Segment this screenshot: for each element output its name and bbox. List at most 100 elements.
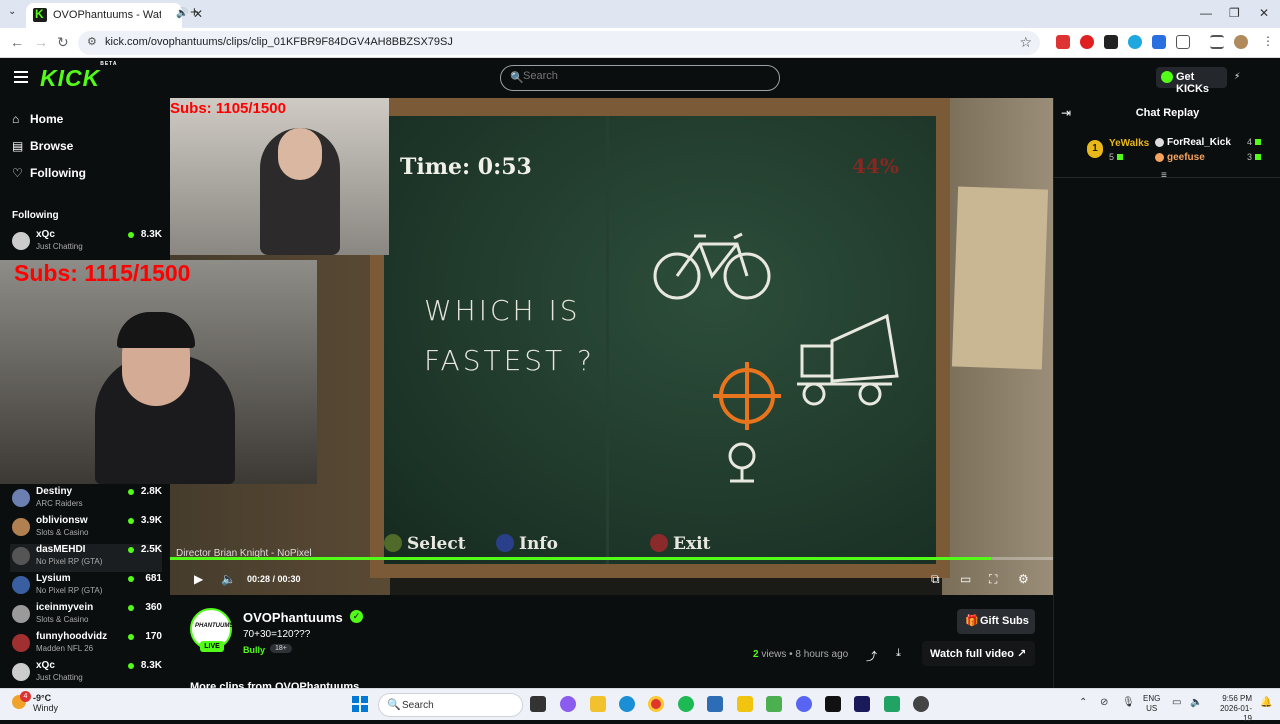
extension-5-icon[interactable] bbox=[1152, 35, 1166, 49]
nav-following[interactable]: ♡ Following bbox=[12, 166, 86, 180]
user-avatar[interactable]: ⚡ bbox=[1234, 71, 1240, 82]
extension-1-icon[interactable] bbox=[1056, 35, 1070, 49]
channel-avatar bbox=[12, 547, 30, 565]
tab-audio-icon[interactable]: 🔊 bbox=[176, 8, 188, 19]
nav-following-label: Following bbox=[30, 166, 86, 180]
channel-item-dasmehdi[interactable]: dasMEHDI No Pixel RP (GTA) 2.5K bbox=[10, 544, 162, 572]
bookmark-star-icon[interactable]: ☆ bbox=[1019, 34, 1032, 51]
forward-icon[interactable]: → bbox=[34, 34, 48, 50]
watch-full-video-button[interactable]: Watch full video ↗ bbox=[922, 641, 1035, 666]
search-box[interactable]: 🔍 bbox=[500, 65, 780, 91]
address-bar[interactable]: ⚙ kick.com/ovophantuums/clips/clip_01KFB… bbox=[78, 31, 1040, 55]
volume-icon[interactable]: 🔈 bbox=[221, 572, 236, 586]
app-icon-warning[interactable] bbox=[737, 696, 753, 712]
windows-start-icon[interactable] bbox=[352, 696, 368, 712]
video-progress-bar[interactable] bbox=[170, 557, 1053, 560]
search-icon: 🔍 bbox=[510, 72, 524, 84]
language-indicator[interactable]: ENG US bbox=[1143, 694, 1160, 714]
profile-avatar[interactable] bbox=[1234, 35, 1248, 49]
channel-item-destiny[interactable]: Destiny ARC Raiders 2.8K bbox=[10, 486, 162, 514]
theater-mode-icon[interactable]: ▭ bbox=[960, 572, 971, 586]
obs-icon[interactable] bbox=[913, 696, 929, 712]
leaderboard-name-1[interactable]: YeWalks bbox=[1109, 138, 1149, 149]
channel-avatar bbox=[12, 605, 30, 623]
hex-badge-icon bbox=[1155, 138, 1164, 147]
weather-widget[interactable]: -9°C Windy bbox=[33, 693, 58, 713]
extension-4-icon[interactable] bbox=[1128, 35, 1142, 49]
channel-item-funnyhoodvidz[interactable]: funnyhoodvidz Madden NFL 26 170 bbox=[10, 631, 162, 659]
app-icon-misc[interactable] bbox=[766, 696, 782, 712]
hex-badge-icon bbox=[1155, 153, 1164, 162]
extension-3-icon[interactable] bbox=[1104, 35, 1118, 49]
edge-icon[interactable] bbox=[619, 696, 635, 712]
reading-list-icon[interactable] bbox=[1210, 35, 1224, 49]
browser-toolbar: ← → ↻ ⚙ kick.com/ovophantuums/clips/clip… bbox=[0, 28, 1280, 58]
excel-icon[interactable] bbox=[884, 696, 900, 712]
reload-icon[interactable]: ↻ bbox=[57, 34, 69, 51]
discord-icon[interactable] bbox=[796, 696, 812, 712]
nav-home[interactable]: ⌂ Home bbox=[12, 112, 63, 126]
search-input[interactable] bbox=[523, 70, 763, 82]
channel-item-oblivionsw[interactable]: oblivionsw Slots & Casino 3.9K bbox=[10, 515, 162, 543]
extensions-puzzle-icon[interactable] bbox=[1176, 35, 1190, 49]
count-value: 5 bbox=[1109, 152, 1115, 162]
task-view-icon[interactable] bbox=[530, 696, 546, 712]
game-question-line-1: WHICH IS bbox=[424, 294, 581, 327]
leaderboard-name-2[interactable]: ForReal_Kick bbox=[1167, 137, 1231, 148]
new-tab-icon[interactable]: + bbox=[190, 4, 199, 21]
browse-icon: ▤ bbox=[12, 139, 24, 153]
channel-avatar bbox=[12, 634, 30, 652]
nav-browse[interactable]: ▤ Browse bbox=[12, 139, 73, 153]
settings-gear-icon[interactable]: ⚙ bbox=[1018, 572, 1029, 586]
channel-item-lysium[interactable]: Lysium No Pixel RP (GTA) 681 bbox=[10, 573, 162, 601]
channel-name[interactable]: OVOPhantuums bbox=[243, 610, 343, 625]
share-icon[interactable]: ⤴ bbox=[866, 648, 877, 664]
restore-icon[interactable]: ❐ bbox=[1229, 6, 1240, 20]
expand-leaderboard-icon[interactable]: ≡ bbox=[1161, 170, 1167, 181]
leaderboard-name-3[interactable]: geefuse bbox=[1167, 152, 1205, 163]
minimize-icon[interactable]: — bbox=[1200, 6, 1212, 20]
fullscreen-icon[interactable]: ⛶ bbox=[989, 572, 997, 587]
channel-avatar bbox=[12, 576, 30, 594]
browser-tab[interactable]: OVOPhantuums - Watch cli 🔊 ✕ bbox=[26, 3, 203, 28]
copilot-icon[interactable] bbox=[560, 696, 576, 712]
window-close-icon[interactable]: ✕ bbox=[1259, 6, 1269, 20]
channel-item-xqc-2[interactable]: xQc Just Chatting 8.3K bbox=[10, 660, 162, 688]
channel-item-iceinmyvein[interactable]: iceinmyvein Slots & Casino 360 bbox=[10, 602, 162, 630]
channel-item-xqc[interactable]: xQc Just Chatting 8.3K bbox=[10, 229, 162, 257]
network-off-icon[interactable]: ⊘ bbox=[1100, 697, 1108, 708]
back-icon[interactable]: ← bbox=[10, 34, 24, 50]
lang-region: US bbox=[1146, 704, 1158, 713]
browser-menu-icon[interactable]: ⋮ bbox=[1262, 34, 1274, 48]
extension-2-icon[interactable] bbox=[1080, 35, 1094, 49]
file-explorer-icon[interactable] bbox=[590, 696, 606, 712]
4k-app-icon[interactable] bbox=[825, 696, 841, 712]
get-kicks-button[interactable]: Get KICKs bbox=[1156, 67, 1227, 95]
tray-expand-icon[interactable]: ⌃ bbox=[1079, 697, 1087, 708]
microphone-icon[interactable]: 🎙 bbox=[1122, 697, 1135, 708]
chrome-icon[interactable] bbox=[648, 696, 664, 712]
tab-title: OVOPhantuums - Watch cli bbox=[53, 9, 161, 21]
play-icon[interactable]: ▶ bbox=[194, 572, 203, 586]
kick-logo[interactable]: KICKBETA bbox=[40, 61, 117, 92]
kicks-coin-icon bbox=[1161, 71, 1173, 83]
notifications-bell-icon[interactable]: 🔔 bbox=[1260, 697, 1272, 708]
pip-icon[interactable]: ⧉ bbox=[931, 572, 940, 587]
channel-viewers: 8.3K bbox=[140, 229, 162, 240]
gift-subs-button[interactable]: 🎁 Gift Subs bbox=[957, 609, 1035, 634]
app-icon-photos[interactable] bbox=[707, 696, 723, 712]
home-icon: ⌂ bbox=[12, 112, 20, 126]
site-info-icon[interactable]: ⚙ bbox=[87, 35, 97, 48]
tab-list-icon[interactable]: ⌄ bbox=[8, 6, 16, 17]
download-icon[interactable]: ⤓ bbox=[896, 647, 901, 660]
speaker-icon[interactable]: 🔈 bbox=[1190, 697, 1202, 708]
menu-hamburger-icon[interactable] bbox=[14, 71, 28, 83]
channel-viewers: 2.8K bbox=[140, 486, 162, 497]
game-question-line-2: FASTEST ? bbox=[424, 344, 595, 377]
taskbar-search[interactable]: 🔍 Search bbox=[378, 693, 523, 717]
clip-category[interactable]: Bully bbox=[243, 645, 265, 655]
premiere-icon[interactable] bbox=[854, 696, 870, 712]
spotify-icon[interactable] bbox=[678, 696, 694, 712]
display-icon[interactable]: ▭ bbox=[1172, 697, 1181, 708]
channel-name: oblivionsw bbox=[36, 515, 88, 526]
